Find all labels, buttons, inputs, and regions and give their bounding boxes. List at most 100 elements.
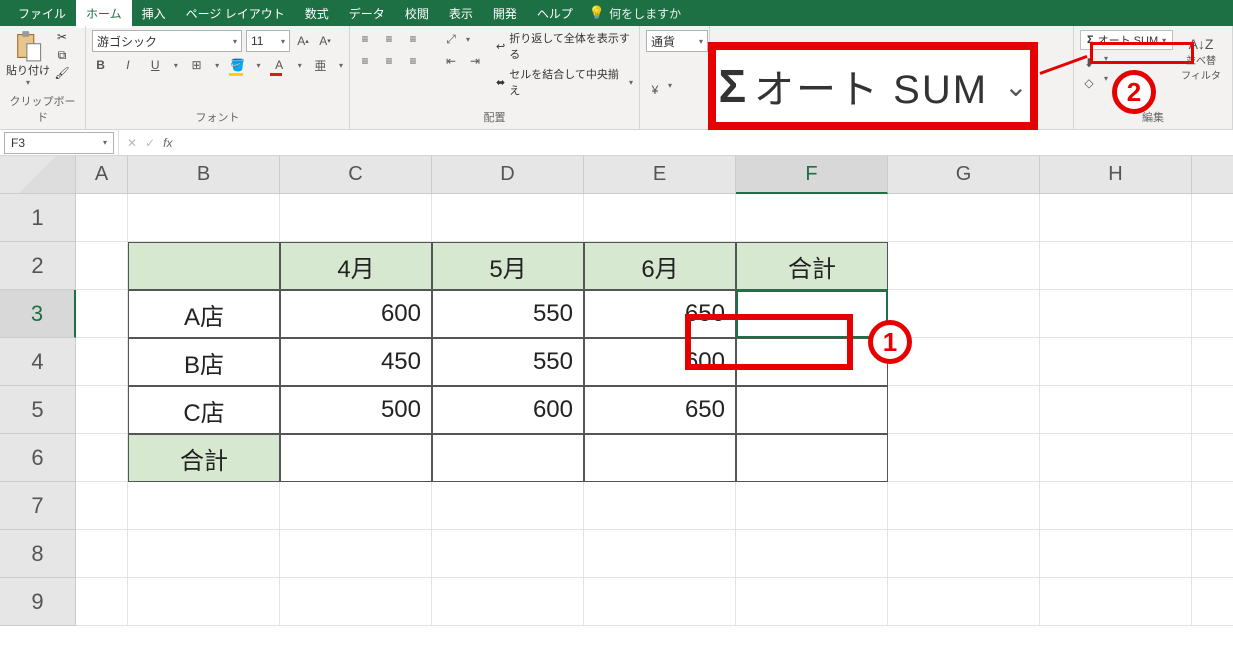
formula-input[interactable] <box>180 132 1233 154</box>
number-format-select[interactable]: 通貨▾ <box>646 30 708 52</box>
align-bottom-button[interactable]: ≡ <box>404 30 422 48</box>
cell[interactable] <box>432 530 584 578</box>
tab-insert[interactable]: 挿入 <box>132 0 176 28</box>
cell[interactable] <box>1040 338 1192 386</box>
cell[interactable] <box>128 242 280 290</box>
cell[interactable] <box>1040 290 1192 338</box>
cell[interactable] <box>1040 194 1192 242</box>
align-top-button[interactable]: ≡ <box>356 30 374 48</box>
font-size-select[interactable]: 11▾ <box>246 30 290 52</box>
tab-page-layout[interactable]: ページ レイアウト <box>176 0 295 28</box>
row-header-1[interactable]: 1 <box>0 194 76 242</box>
cell[interactable]: C店 <box>128 386 280 434</box>
cell[interactable] <box>1192 578 1233 626</box>
cell[interactable] <box>736 530 888 578</box>
tab-help[interactable]: ヘルプ <box>527 0 583 28</box>
cell[interactable] <box>76 482 128 530</box>
tab-file[interactable]: ファイル <box>8 0 76 28</box>
cell[interactable] <box>1192 530 1233 578</box>
cell[interactable] <box>1040 530 1192 578</box>
name-box[interactable]: F3▾ <box>4 132 114 154</box>
cancel-icon[interactable]: ✕ <box>127 136 137 150</box>
cell[interactable] <box>584 482 736 530</box>
cell[interactable] <box>1040 242 1192 290</box>
fx-icon[interactable]: fx <box>163 136 172 150</box>
row-header-4[interactable]: 4 <box>0 338 76 386</box>
cell[interactable] <box>76 194 128 242</box>
col-header-A[interactable]: A <box>76 156 128 194</box>
increase-indent-button[interactable]: ⇥ <box>466 52 484 70</box>
cell[interactable] <box>888 482 1040 530</box>
cell[interactable] <box>128 482 280 530</box>
cell[interactable] <box>888 386 1040 434</box>
cell[interactable] <box>1192 242 1233 290</box>
copy-button[interactable]: ⧉ <box>54 48 70 62</box>
fill-color-button[interactable]: 🪣 <box>229 56 246 74</box>
decrease-font-button[interactable]: A▾ <box>316 32 334 50</box>
accounting-button[interactable]: ¥ <box>646 81 664 99</box>
cell[interactable] <box>76 434 128 482</box>
cell[interactable]: 550 <box>432 290 584 338</box>
enter-icon[interactable]: ✓ <box>145 136 155 150</box>
col-header-F[interactable]: F <box>736 156 888 194</box>
col-header-H[interactable]: H <box>1040 156 1192 194</box>
cell[interactable] <box>584 530 736 578</box>
select-all-corner[interactable] <box>0 156 76 194</box>
cell[interactable] <box>888 578 1040 626</box>
cell[interactable] <box>280 530 432 578</box>
cell[interactable]: B店 <box>128 338 280 386</box>
row-header-5[interactable]: 5 <box>0 386 76 434</box>
tab-review[interactable]: 校閲 <box>395 0 439 28</box>
cell[interactable] <box>1192 434 1233 482</box>
cell[interactable] <box>76 386 128 434</box>
underline-button[interactable]: U <box>147 56 164 74</box>
align-middle-button[interactable]: ≡ <box>380 30 398 48</box>
row-header-9[interactable]: 9 <box>0 578 76 626</box>
italic-button[interactable]: I <box>119 56 136 74</box>
cell[interactable] <box>1192 482 1233 530</box>
row-header-2[interactable]: 2 <box>0 242 76 290</box>
font-name-select[interactable]: 游ゴシック▾ <box>92 30 242 52</box>
worksheet-grid[interactable]: A B C D E F G H I 1 2 4月 5月 6月 合計 3 A店 6… <box>0 156 1233 626</box>
cell[interactable]: 650 <box>584 386 736 434</box>
cell[interactable] <box>1040 386 1192 434</box>
col-header-B[interactable]: B <box>128 156 280 194</box>
border-button[interactable]: ⊞ <box>188 56 205 74</box>
cell[interactable] <box>1040 578 1192 626</box>
cell[interactable] <box>432 578 584 626</box>
cell[interactable] <box>128 530 280 578</box>
tab-data[interactable]: データ <box>339 0 395 28</box>
cell[interactable] <box>584 578 736 626</box>
cell[interactable] <box>1192 290 1233 338</box>
cell[interactable] <box>1192 386 1233 434</box>
format-painter-button[interactable]: 🖌 <box>54 66 70 80</box>
cell[interactable] <box>1192 338 1233 386</box>
paste-button[interactable]: 貼り付け ▾ <box>6 30 50 87</box>
cell[interactable] <box>736 578 888 626</box>
align-left-button[interactable]: ≡ <box>356 52 374 70</box>
cell[interactable]: 合計 <box>736 242 888 290</box>
cell[interactable] <box>76 242 128 290</box>
cell[interactable] <box>280 482 432 530</box>
phonetic-button[interactable]: 亜 <box>312 56 329 74</box>
tell-me-search[interactable]: 💡何をしますか <box>589 5 681 22</box>
bold-button[interactable]: B <box>92 56 109 74</box>
cell[interactable] <box>432 434 584 482</box>
cell[interactable]: 合計 <box>128 434 280 482</box>
tab-view[interactable]: 表示 <box>439 0 483 28</box>
cell[interactable]: 5月 <box>432 242 584 290</box>
cell[interactable] <box>584 434 736 482</box>
cell[interactable] <box>584 194 736 242</box>
row-header-6[interactable]: 6 <box>0 434 76 482</box>
col-header-G[interactable]: G <box>888 156 1040 194</box>
align-right-button[interactable]: ≡ <box>404 52 422 70</box>
cell[interactable] <box>888 194 1040 242</box>
cell[interactable] <box>736 482 888 530</box>
cell[interactable] <box>76 530 128 578</box>
clear-button[interactable]: ◇ <box>1080 74 1098 92</box>
cell[interactable] <box>888 290 1040 338</box>
cell[interactable]: 600 <box>432 386 584 434</box>
cell[interactable] <box>736 386 888 434</box>
decrease-indent-button[interactable]: ⇤ <box>442 52 460 70</box>
cell[interactable] <box>432 482 584 530</box>
